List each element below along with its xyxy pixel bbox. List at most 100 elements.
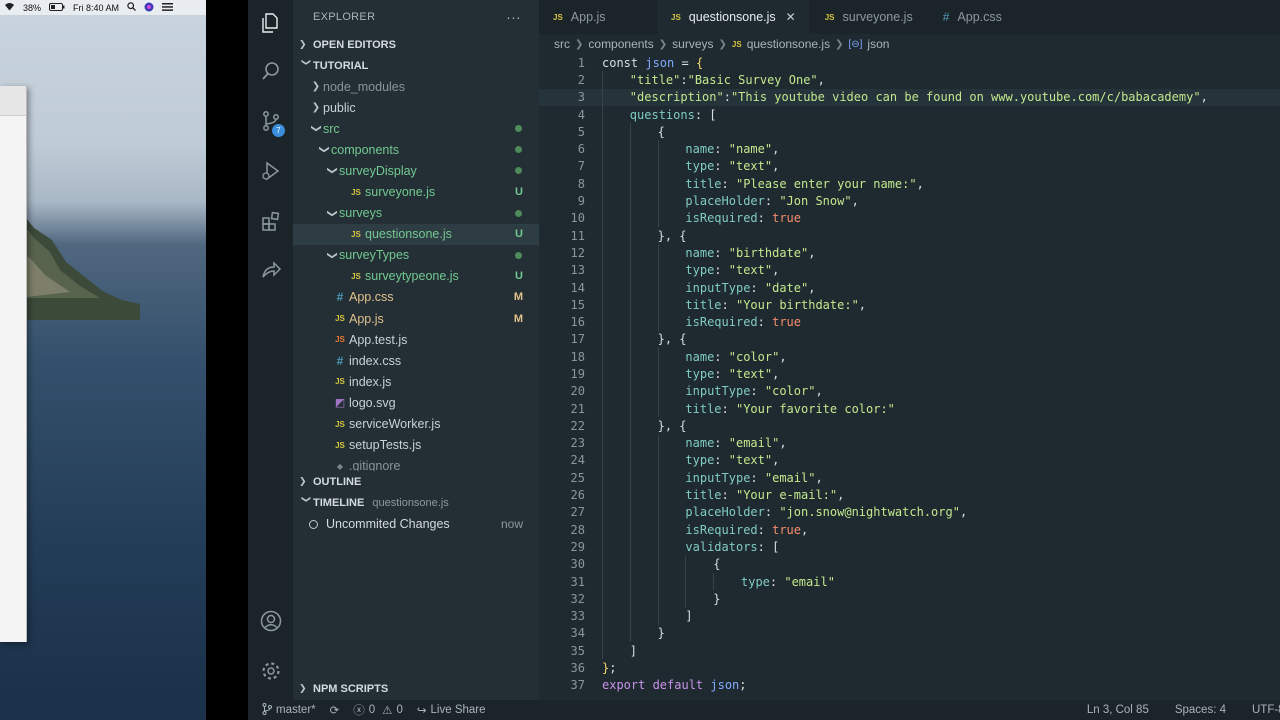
more-actions-icon[interactable]: ··· bbox=[506, 9, 521, 25]
code-line[interactable]: 26 title: "Your e-mail:", bbox=[539, 486, 1280, 504]
encoding[interactable]: UTF-8 bbox=[1252, 704, 1280, 716]
folder-item[interactable]: ❯ node_modules bbox=[293, 76, 539, 97]
code-line[interactable]: 29 validators: [ bbox=[539, 538, 1280, 556]
code-line[interactable]: 14 inputType: "date", bbox=[539, 278, 1280, 297]
settings-gear-icon[interactable] bbox=[248, 650, 293, 692]
npm-scripts-section[interactable]: ❯ NPM SCRIPTS bbox=[293, 678, 539, 699]
code-line[interactable]: 36}; bbox=[539, 659, 1280, 676]
code-line[interactable]: 30 { bbox=[539, 555, 1280, 573]
code-line[interactable]: 37 export default json; bbox=[539, 677, 1280, 694]
spotlight-icon[interactable] bbox=[127, 2, 136, 13]
wifi-icon[interactable] bbox=[4, 2, 15, 13]
file-item[interactable]: ◆ .gitignore bbox=[293, 456, 539, 471]
code-line[interactable]: 6 name: "name", bbox=[539, 140, 1280, 158]
code-line[interactable]: 3 "description":"This youtube video can b… bbox=[539, 88, 1280, 106]
timeline-section[interactable]: ❯ TIMELINE questionsone.js bbox=[293, 492, 539, 513]
clock[interactable]: Fri 8:40 AM bbox=[73, 3, 119, 13]
code-line[interactable]: 12 name: "birthdate", bbox=[539, 244, 1280, 262]
code-line[interactable]: 19 type: "text", bbox=[539, 365, 1280, 383]
extensions-icon[interactable] bbox=[248, 200, 293, 242]
code-line[interactable]: 23 name: "email", bbox=[539, 434, 1280, 452]
close-icon[interactable]: ✕ bbox=[786, 10, 796, 24]
file-item[interactable]: JS index.js bbox=[293, 371, 539, 392]
code-line[interactable]: 33] bbox=[539, 607, 1280, 625]
code-line[interactable]: 21 title: "Your favorite color:" bbox=[539, 399, 1280, 418]
tab-app-css[interactable]: # App.css bbox=[929, 0, 1047, 34]
code-line[interactable]: 9 placeHolder: "Jon Snow", bbox=[539, 192, 1280, 210]
file-item[interactable]: JS questionsone.js U bbox=[293, 223, 539, 245]
file-item[interactable]: JS surveyone.js U bbox=[293, 181, 539, 202]
code-token: : bbox=[721, 401, 736, 416]
code-line[interactable]: 7 type: "text", bbox=[539, 157, 1280, 176]
control-center-icon[interactable] bbox=[162, 2, 174, 13]
file-item[interactable]: # App.css M bbox=[293, 287, 539, 308]
breadcrumb-item[interactable]: components bbox=[588, 37, 653, 51]
problems-indicator[interactable]: ⓧ 0 ⚠ 0 bbox=[353, 702, 403, 718]
indentation[interactable]: Spaces: 4 bbox=[1175, 704, 1226, 716]
accounts-icon[interactable] bbox=[248, 600, 293, 642]
code-line[interactable]: 8 title: "Please enter your name:", bbox=[539, 175, 1280, 193]
source-control-icon[interactable]: 7 bbox=[248, 100, 293, 142]
outline-section[interactable]: ❯ OUTLINE bbox=[293, 471, 539, 492]
code-line[interactable]: 34} bbox=[539, 624, 1280, 643]
code-line[interactable]: 17}, { bbox=[539, 330, 1280, 349]
search-icon[interactable] bbox=[248, 50, 293, 92]
folder-item[interactable]: ❯ src bbox=[293, 118, 539, 139]
indent-guide bbox=[657, 244, 659, 262]
sync-button[interactable]: ⟳ bbox=[330, 703, 340, 717]
siri-icon[interactable] bbox=[144, 2, 154, 14]
code-line[interactable]: 27 placeHolder: "jon.snow@nightwatch.org"… bbox=[539, 503, 1280, 522]
code-line[interactable]: 16 isRequired: true bbox=[539, 313, 1280, 331]
live-share-icon[interactable] bbox=[248, 250, 293, 292]
code-line[interactable]: 13 type: "text", bbox=[539, 261, 1280, 279]
tab-questionsone-js[interactable]: JS questionsone.js ✕ bbox=[657, 0, 811, 34]
breadcrumb-item[interactable]: questionsone.js bbox=[747, 37, 830, 51]
code-line[interactable]: 22}, { bbox=[539, 417, 1280, 435]
file-item[interactable]: JS App.js M bbox=[293, 308, 539, 329]
file-item[interactable]: JS setupTests.js bbox=[293, 435, 539, 456]
file-item[interactable]: JS App.test.js bbox=[293, 329, 539, 350]
indent-guide bbox=[602, 572, 603, 591]
explorer-icon[interactable] bbox=[248, 2, 293, 44]
battery-icon[interactable] bbox=[49, 2, 65, 13]
file-item[interactable]: # index.css bbox=[293, 350, 539, 371]
folder-item[interactable]: ❯ components bbox=[293, 139, 539, 160]
code-editor[interactable]: 1 const json = {2 "title":"Basic Survey On… bbox=[539, 54, 1280, 694]
open-editors-section[interactable]: ❯ OPEN EDITORS bbox=[293, 34, 539, 55]
breadcrumb-item[interactable]: surveys bbox=[672, 37, 713, 51]
folder-item[interactable]: ❯ surveyDisplay bbox=[293, 160, 539, 181]
tutorial-section[interactable]: ❯ TUTORIAL bbox=[293, 55, 539, 76]
code-line[interactable]: 18 name: "color", bbox=[539, 348, 1280, 366]
run-debug-icon[interactable] bbox=[248, 150, 293, 192]
code-line[interactable]: 2 "title":"Basic Survey One", bbox=[539, 71, 1280, 89]
code-line[interactable]: 25 inputType: "email", bbox=[539, 469, 1280, 487]
code-line[interactable]: 4 questions: [ bbox=[539, 105, 1280, 124]
code-line[interactable]: 32} bbox=[539, 590, 1280, 608]
code-line[interactable]: 5{ bbox=[539, 123, 1280, 141]
background-window[interactable] bbox=[0, 86, 27, 642]
code-line[interactable]: 10 isRequired: true bbox=[539, 209, 1280, 227]
tab-app-js[interactable]: JS App.js bbox=[539, 0, 657, 34]
breadcrumb-item[interactable]: json bbox=[867, 37, 889, 51]
folder-item[interactable]: ❯ public bbox=[293, 97, 539, 118]
file-item[interactable]: ◩ logo.svg bbox=[293, 392, 539, 413]
code-line[interactable]: 11}, { bbox=[539, 226, 1280, 245]
file-item[interactable]: JS surveytypeone.js U bbox=[293, 266, 539, 287]
battery-level[interactable]: 38% bbox=[23, 3, 41, 13]
code-line[interactable]: 24 type: "text", bbox=[539, 451, 1280, 470]
breadcrumb-item[interactable]: src bbox=[554, 37, 570, 51]
code-line[interactable]: 20 inputType: "color", bbox=[539, 382, 1280, 400]
code-line[interactable]: 31 type: "email" bbox=[539, 572, 1280, 591]
live-share-status[interactable]: ↪ Live Share bbox=[417, 703, 486, 717]
file-item[interactable]: JS serviceWorker.js bbox=[293, 414, 539, 435]
timeline-entry[interactable]: Uncommited Changes now bbox=[293, 513, 539, 535]
tab-surveyone-js[interactable]: JS surveyone.js bbox=[811, 0, 929, 34]
code-line[interactable]: 15 title: "Your birthdate:", bbox=[539, 296, 1280, 314]
code-line[interactable]: 35] bbox=[539, 642, 1280, 660]
folder-item[interactable]: ❯ surveyTypes bbox=[293, 245, 539, 266]
folder-item[interactable]: ❯ surveys bbox=[293, 203, 539, 224]
cursor-position[interactable]: Ln 3, Col 85 bbox=[1087, 704, 1149, 716]
code-line[interactable]: 28 isRequired: true, bbox=[539, 521, 1280, 539]
branch-indicator[interactable]: master* bbox=[262, 702, 316, 718]
code-line[interactable]: 1 const json = { bbox=[539, 54, 1280, 71]
